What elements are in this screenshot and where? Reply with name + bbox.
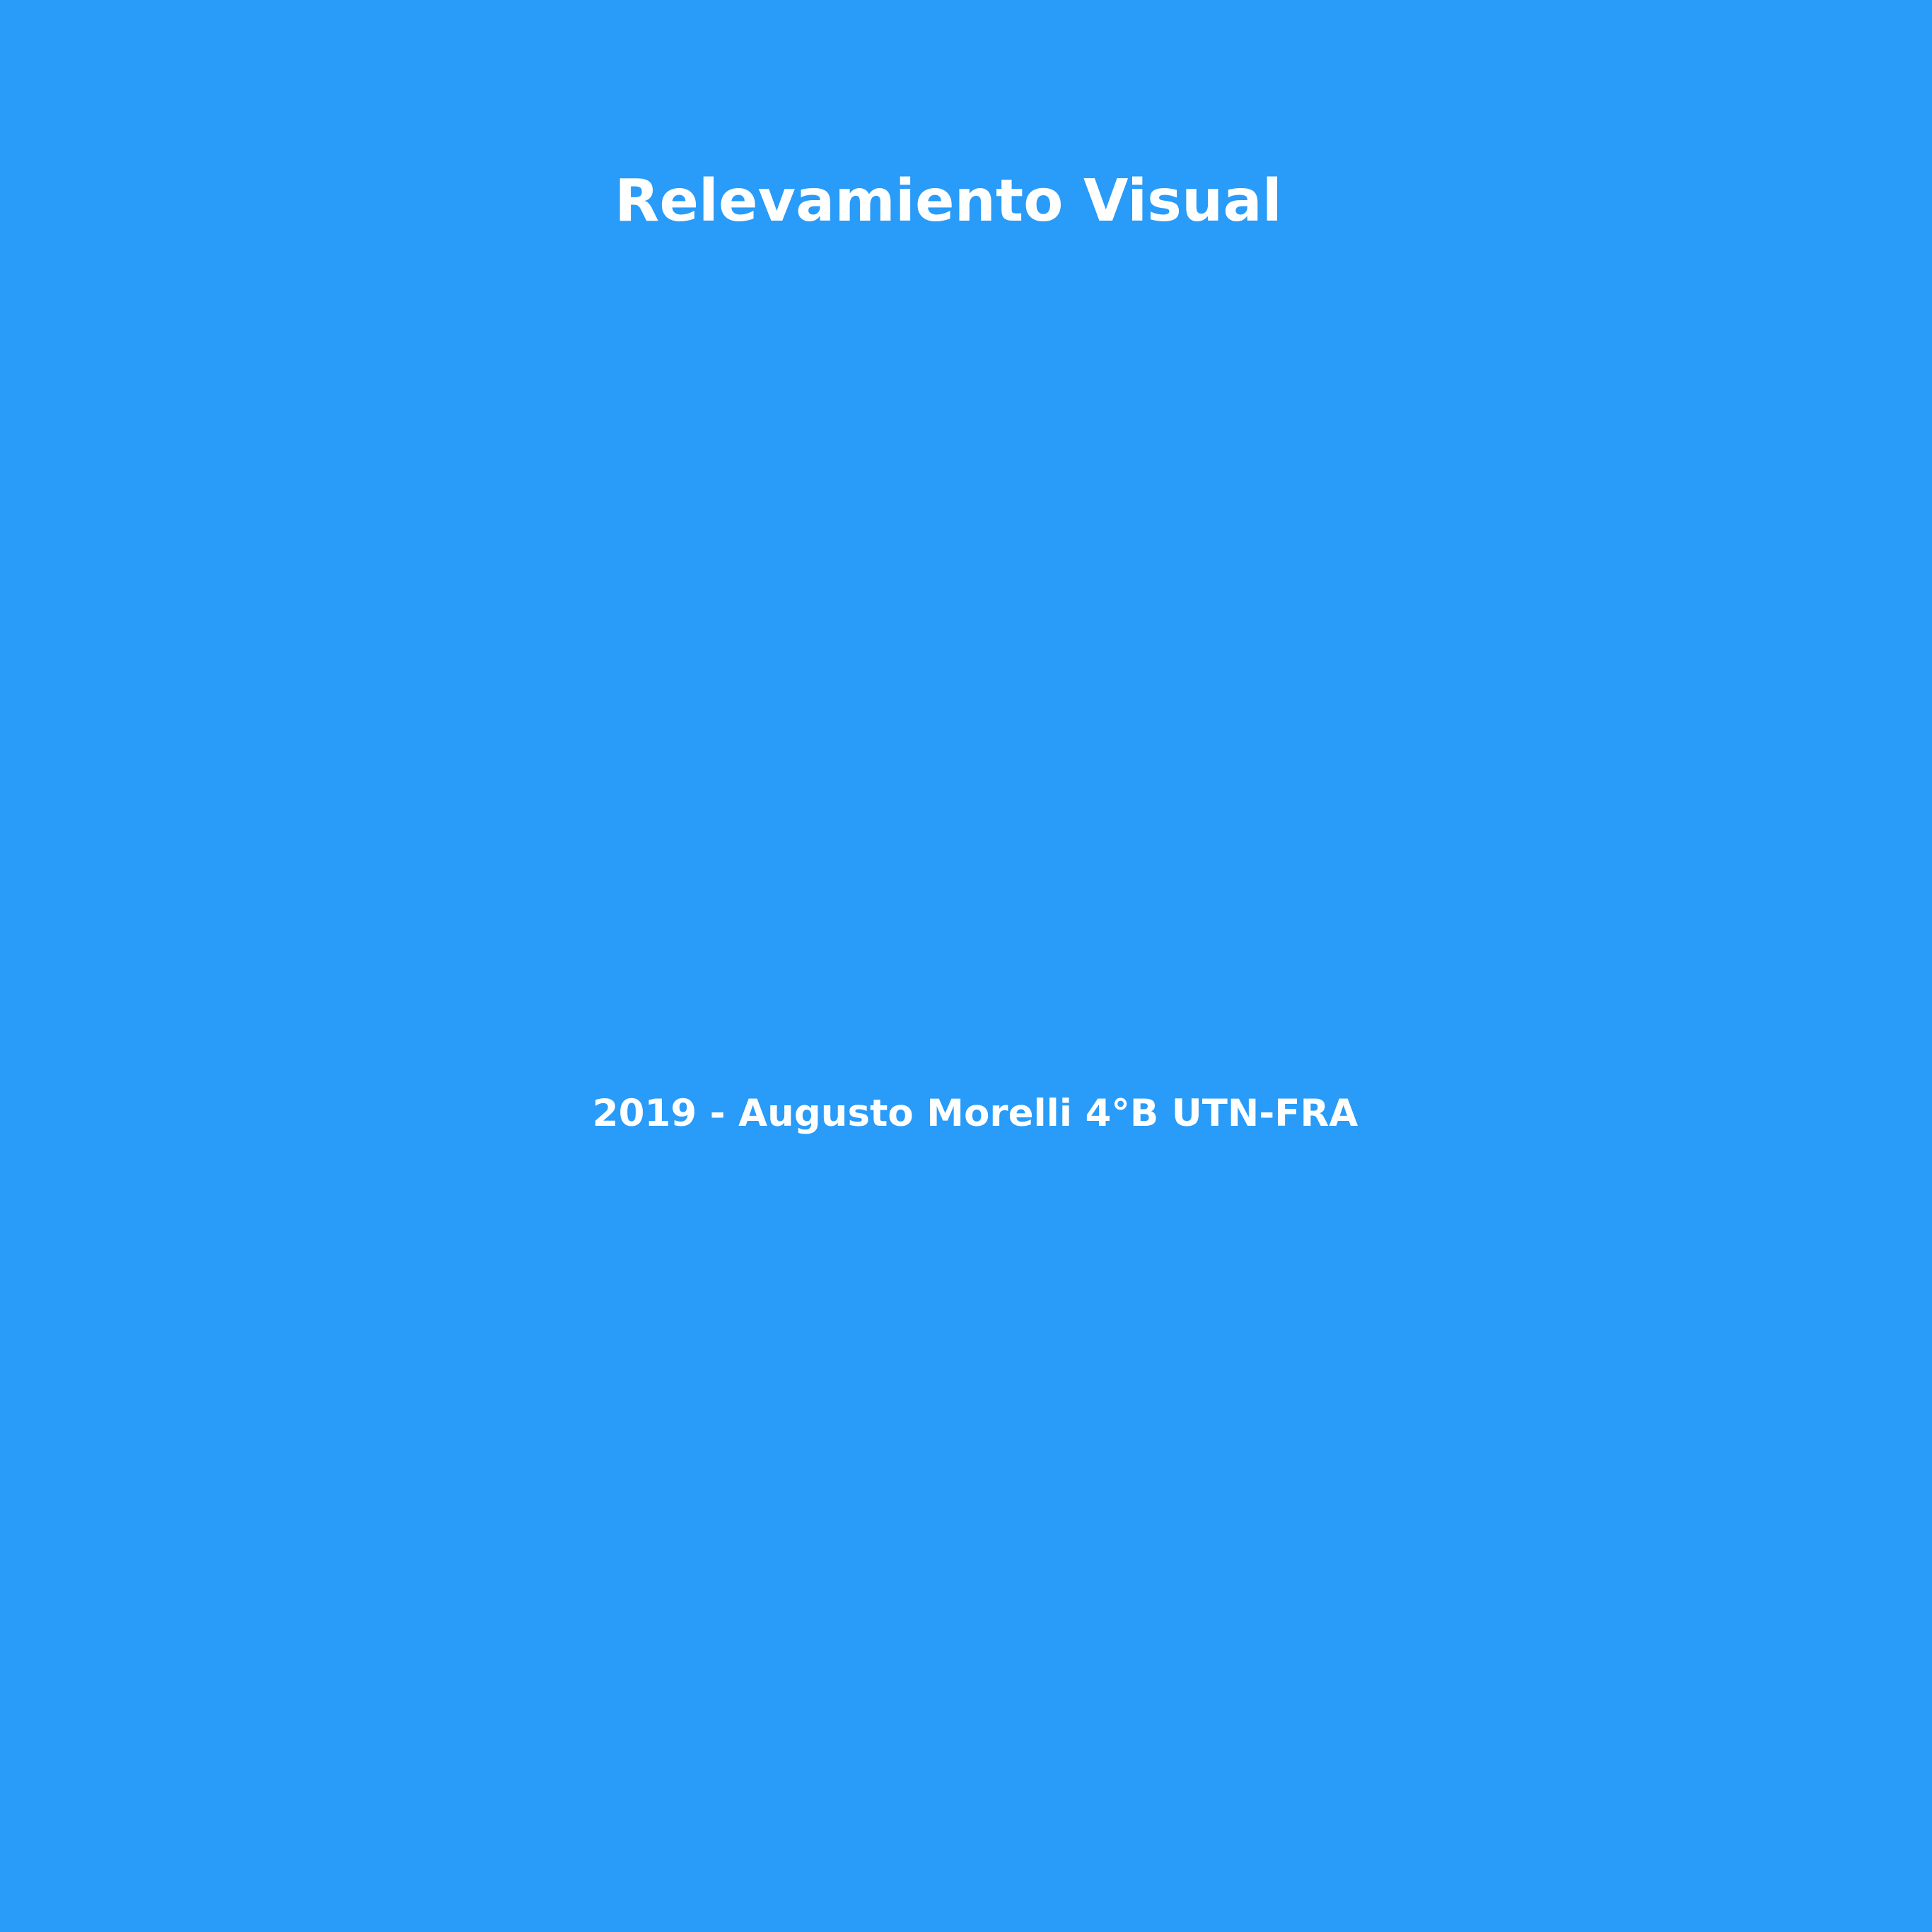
splash-screen: Relevamiento Visual 2019 - Augusto Morel… [0,0,1932,1932]
app-title: Relevamiento Visual [615,168,1282,235]
credits-text: 2019 - Augusto Morelli 4°B UTN-FRA [592,1092,1358,1135]
